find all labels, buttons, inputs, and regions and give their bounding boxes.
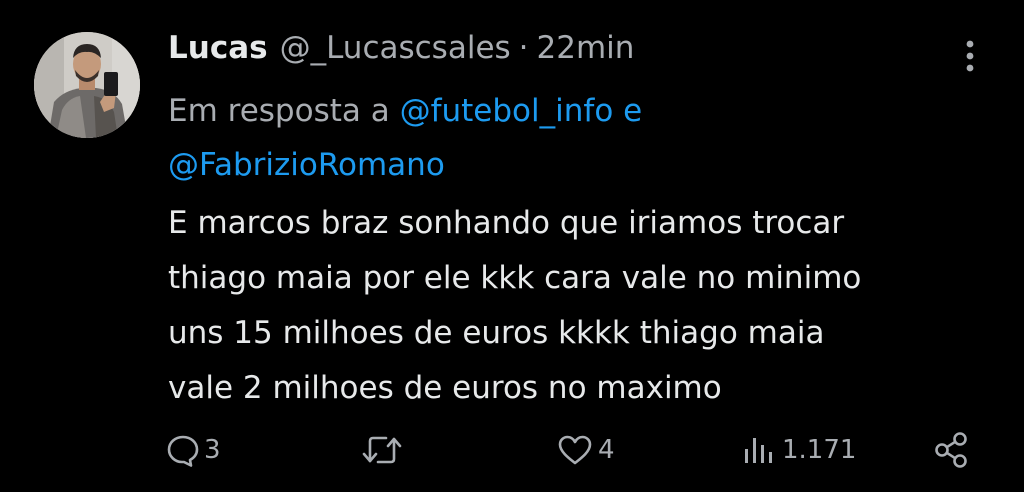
retweet-button[interactable] (360, 426, 404, 474)
reply-prefix: Em resposta a (168, 93, 390, 129)
reply-joiner: e (623, 93, 643, 129)
share-button[interactable] (932, 426, 972, 474)
reply-button[interactable]: 3 (166, 426, 221, 474)
like-count: 4 (598, 435, 615, 465)
tweet-header: Lucas @_Lucascsales · 22min (168, 30, 634, 74)
reply-context: Em resposta a @futebol_info e @FabrizioR… (168, 84, 948, 192)
share-icon (935, 432, 967, 468)
views-button[interactable]: 1.171 (742, 426, 856, 474)
mention-link-1[interactable]: @futebol_info (400, 93, 614, 129)
like-button[interactable]: 4 (556, 426, 615, 474)
heart-icon (558, 435, 592, 465)
reply-count: 3 (204, 435, 221, 465)
tweet-text: E marcos braz sonhando que iriamos troca… (168, 205, 862, 406)
views-bars-icon (745, 438, 772, 463)
tweet[interactable]: Lucas @_Lucascsales · 22min Em resposta … (0, 0, 1024, 492)
avatar[interactable] (34, 32, 140, 138)
avatar-image (34, 32, 140, 138)
more-vertical-icon[interactable] (958, 36, 982, 76)
separator-dot: · (518, 30, 529, 66)
action-bar: 3 4 1.171 (0, 426, 1024, 474)
author-handle[interactable]: @_Lucascsales (280, 30, 511, 66)
reply-bubble-icon (167, 435, 199, 467)
timestamp[interactable]: 22min (537, 30, 635, 66)
author-name[interactable]: Lucas (168, 30, 268, 66)
view-count: 1.171 (782, 435, 857, 465)
retweet-icon (362, 436, 402, 464)
mention-link-2[interactable]: @FabrizioRomano (168, 147, 445, 183)
